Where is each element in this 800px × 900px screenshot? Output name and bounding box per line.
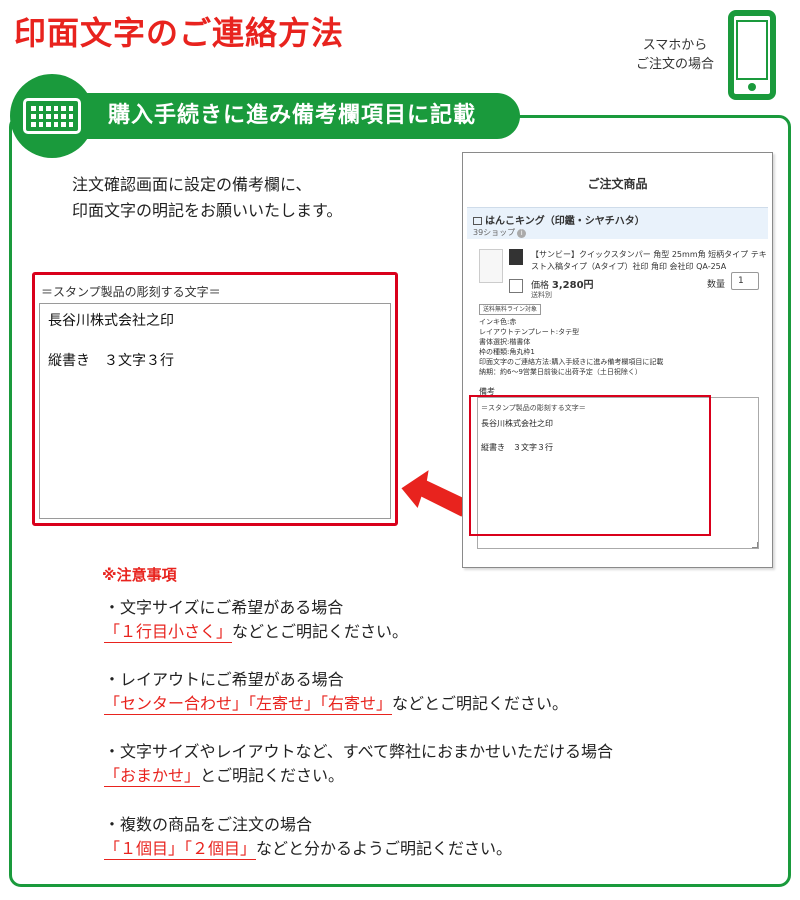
- example-memo-heading: ＝スタンプ製品の彫刻する文字＝: [41, 285, 221, 299]
- caution-highlight: 「１個目」「２個目」: [104, 839, 257, 860]
- caution-highlight: 「１行目小さく」: [104, 622, 233, 643]
- step-badge: [10, 74, 94, 158]
- product-thumbnail-3: [509, 279, 523, 293]
- caution-question: ・文字サイズやレイアウトなど、すべて弊社におまかせいただける場合: [104, 742, 613, 761]
- caution-answer: 「１行目小さく」などとご明記ください。: [104, 622, 409, 643]
- shop-name: はんこキング（印鑑・シヤチハタ）: [473, 212, 645, 227]
- shop-header: はんこキング（印鑑・シヤチハタ） 39ショップ i: [467, 207, 768, 239]
- caution-item: ・複数の商品をご注文の場合 「１個目」「２個目」などと分かるようご明記ください。: [104, 813, 512, 861]
- caution-answer: 「おまかせ」とご明記ください。: [104, 766, 345, 787]
- example-memo-line2: 縦書き ３文字３行: [48, 353, 174, 369]
- option-line: インキ色:赤: [479, 318, 517, 326]
- info-icon: i: [517, 229, 527, 238]
- example-memo-box: ＝スタンプ製品の彫刻する文字＝ 長谷川株式会社之印 縦書き ３文字３行: [32, 272, 398, 526]
- smartphone-note: スマホから ご注文の場合: [620, 36, 730, 74]
- caution-question: ・文字サイズにご希望がある場合: [104, 598, 344, 617]
- qty-label: 数量: [707, 280, 726, 290]
- example-memo-textarea: 長谷川株式会社之印 縦書き ３文字３行: [39, 303, 391, 519]
- shipping-note: 送料別: [531, 291, 552, 299]
- product-thumbnail-2: [509, 249, 523, 265]
- option-line: 納期：約6〜9営業日前後に出荷予定（土日祝除く）: [479, 368, 642, 376]
- page-title: 印面文字のご連絡方法: [14, 14, 345, 52]
- arrow-left-icon: [398, 466, 472, 520]
- resize-handle[interactable]: [752, 542, 758, 548]
- memo-highlight: [469, 395, 711, 536]
- shop-sub: 39ショップ i: [473, 227, 527, 238]
- caution-highlight: 「おまかせ」: [104, 766, 201, 787]
- free-shipping-tag: 送料無料ライン対象: [479, 304, 542, 315]
- smartphone-icon: [728, 10, 776, 100]
- caution-answer: 「センター合わせ」「左寄せ」「右寄せ」などとご明記ください。: [104, 694, 569, 715]
- intro-line1: 注文確認画面に設定の備考欄に、: [72, 175, 312, 194]
- shop-bag-icon: [473, 217, 482, 225]
- caution-title: ※注意事項: [102, 566, 177, 584]
- qty-input[interactable]: 1: [731, 272, 759, 290]
- smartphone-note-line2: ご注文の場合: [635, 57, 714, 72]
- product-price: 価格 3,280円: [531, 280, 594, 291]
- caution-answer: 「１個目」「２個目」などと分かるようご明記ください。: [104, 839, 513, 860]
- caution-item: ・文字サイズにご希望がある場合 「１行目小さく」などとご明記ください。: [104, 596, 408, 644]
- option-line: レイアウトテンプレート:タテ型: [479, 328, 580, 336]
- caution-question: ・複数の商品をご注文の場合: [104, 815, 313, 834]
- intro-text: 注文確認画面に設定の備考欄に、 印面文字の明記をお願いいたします。: [72, 172, 342, 224]
- caution-item: ・文字サイズやレイアウトなど、すべて弊社におまかせいただける場合 「おまかせ」と…: [104, 740, 613, 788]
- smartphone-note-line1: スマホから: [642, 38, 708, 53]
- example-memo-line1: 長谷川株式会社之印: [48, 313, 174, 329]
- product-options: インキ色:赤 レイアウトテンプレート:タテ型 書体選択:楷書体 枠の種類:角丸枠…: [479, 317, 663, 377]
- option-line: 印面文字のご連絡方法:購入手続きに進み備考欄項目に記載: [479, 358, 664, 366]
- caution-highlight: 「センター合わせ」「左寄せ」「右寄せ」: [104, 694, 393, 715]
- step-title: 購入手続きに進み備考欄項目に記載: [108, 103, 477, 128]
- product-thumbnail: [479, 249, 503, 283]
- keyboard-icon: [23, 98, 81, 134]
- option-line: 枠の種類:角丸枠1: [479, 348, 535, 356]
- product-name: 【サンビー】クイックスタンパー 角型 25mm角 短柄タイプ テキスト入稿タイプ…: [531, 250, 767, 271]
- caution-item: ・レイアウトにご希望がある場合 「センター合わせ」「左寄せ」「右寄せ」などとご明…: [104, 668, 568, 716]
- caution-question: ・レイアウトにご希望がある場合: [104, 670, 344, 689]
- option-line: 書体選択:楷書体: [479, 338, 531, 346]
- intro-line2: 印面文字の明記をお願いいたします。: [72, 201, 343, 220]
- order-screenshot-title: ご注文商品: [587, 177, 648, 191]
